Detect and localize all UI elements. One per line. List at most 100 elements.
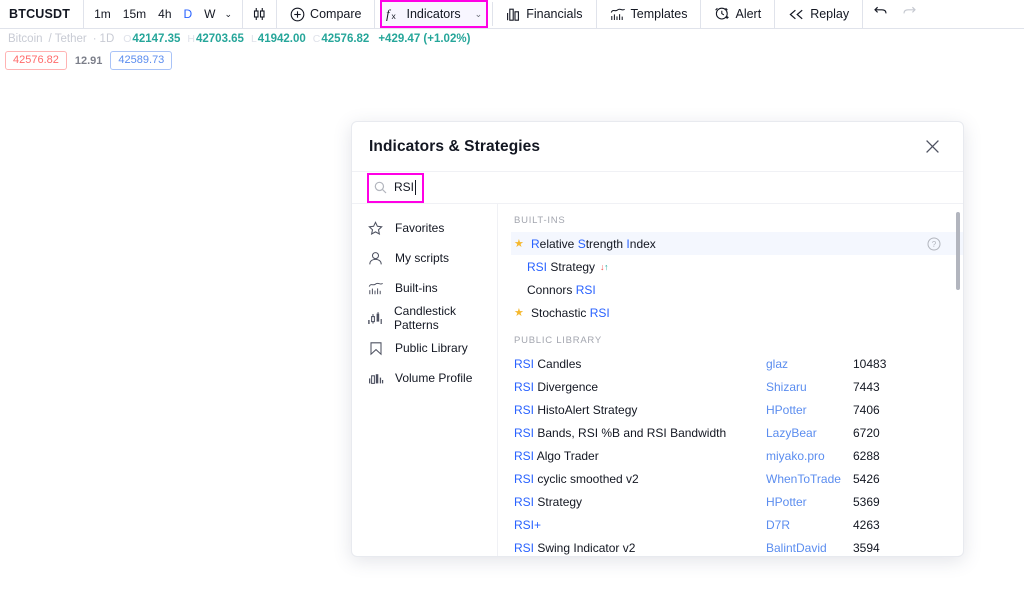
result-row-rsi-swing-indicator-v2[interactable]: RSI Swing Indicator v2 BalintDavid 3594 [498, 536, 963, 556]
replay-label: Replay [810, 7, 850, 21]
result-row-author[interactable]: HPotter [766, 403, 807, 417]
result-row-rsi-divergence[interactable]: RSI Divergence Shizaru 7443 [498, 375, 963, 398]
ohlc-high-label: H [187, 33, 195, 45]
redo-arrow-icon[interactable] [895, 0, 924, 28]
result-row-author[interactable]: LazyBear [766, 426, 817, 440]
volume-profile-icon [367, 371, 384, 386]
result-row-relative-strength-index[interactable]: ★ Relative Strength Index ? [511, 232, 963, 255]
ohlc-open-label: O [123, 33, 132, 45]
result-row-label: RSI Divergence [514, 379, 599, 394]
replay-button[interactable]: Replay [786, 0, 851, 28]
chevron-down-icon[interactable]: ⌄ [475, 9, 483, 20]
timeframe-d[interactable]: D [178, 0, 199, 28]
timeframe-15m[interactable]: 15m [117, 0, 152, 28]
bar-chart-icon [506, 7, 521, 22]
chevron-down-icon[interactable]: ⌄ [222, 0, 239, 28]
result-row-author[interactable]: Shizaru [766, 380, 807, 394]
result-row-author[interactable]: WhenToTrade [766, 472, 841, 486]
dialog-body: Favorites My scripts Built-ins Candlesti… [352, 204, 963, 556]
result-row-count: 7443 [853, 379, 880, 394]
undo-redo-group [863, 0, 927, 28]
result-row-author[interactable]: miyako.pro [766, 449, 825, 463]
spread-value: 12.91 [74, 54, 103, 67]
sidebar-item-volume-profile[interactable]: Volume Profile [352, 363, 497, 393]
financials-button[interactable]: Financials [504, 0, 584, 28]
sidebar-item-label: Built-ins [395, 281, 438, 295]
indicators-button[interactable]: f x Indicators ⌄ [380, 0, 489, 28]
sidebar-item-label: Candlestick Patterns [394, 304, 457, 332]
legend-quote-symbol[interactable]: Tether [55, 33, 87, 45]
star-filled-icon[interactable]: ★ [514, 237, 527, 250]
timeframe-4h[interactable]: 4h [152, 0, 177, 28]
timeframe-1m[interactable]: 1m [88, 0, 117, 28]
result-row-rsi-histoalert-strategy[interactable]: RSI HistoAlert Strategy HPotter 7406 [498, 398, 963, 421]
compare-label: Compare [310, 7, 362, 21]
sidebar-item-candlestick-patterns[interactable]: Candlestick Patterns [352, 303, 497, 333]
sidebar-item-built-ins[interactable]: Built-ins [352, 273, 497, 303]
bookmark-icon [367, 341, 384, 356]
result-row-rsi-plus[interactable]: RSI+ D7R 4263 [498, 513, 963, 536]
legend-base-symbol[interactable]: Bitcoin [8, 33, 43, 45]
replay-group: Replay [775, 0, 864, 28]
result-row-author[interactable]: HPotter [766, 495, 807, 509]
result-row-label: RSI Swing Indicator v2 [514, 540, 636, 555]
result-row-rsi-candles[interactable]: RSI Candles glaz 10483 [498, 352, 963, 375]
result-row-connors-rsi[interactable]: Connors RSI [511, 278, 963, 301]
result-row-rsi-strategy-public[interactable]: RSI Strategy HPotter 5369 [498, 490, 963, 513]
results-scrollbar[interactable] [956, 212, 960, 556]
help-icon[interactable]: ? [927, 237, 941, 251]
result-row-rsi-cyclic-smoothed-v2[interactable]: RSI cyclic smoothed v2 WhenToTrade 5426 [498, 467, 963, 490]
alert-label: Alert [735, 7, 762, 21]
alert-button[interactable]: Alert [712, 0, 763, 28]
close-icon[interactable] [919, 134, 945, 160]
legend-separator: / [48, 33, 52, 45]
result-row-author[interactable]: glaz [766, 357, 788, 371]
result-row-count: 5426 [853, 471, 880, 486]
result-row-label: RSI Bands, RSI %B and RSI Bandwidth [514, 425, 727, 440]
timeframe-group: 1m 15m 4h D W ⌄ [84, 0, 244, 28]
result-row-label: RSI Strategy [527, 259, 596, 274]
result-row-author[interactable]: D7R [766, 518, 790, 532]
result-row-label: RSI Algo Trader [514, 448, 599, 463]
ohlc-open: O 42147.35 [123, 33, 180, 45]
scrollbar-thumb[interactable] [956, 212, 960, 290]
chart-toolbar: BTCUSDT 1m 15m 4h D W ⌄ Compare f x Indi… [0, 0, 1024, 29]
search-icon [374, 181, 387, 194]
symbol-button[interactable]: BTCUSDT [0, 7, 83, 21]
builtins-chart-icon [367, 281, 384, 296]
star-outline-icon [367, 220, 384, 236]
chart-legend: Bitcoin / Tether · 1D O 42147.35 H 42703… [8, 33, 470, 45]
search-row: RSI [352, 172, 963, 204]
sidebar-item-favorites[interactable]: Favorites [352, 213, 497, 243]
result-row-rsi-algo-trader[interactable]: RSI Algo Trader miyako.pro 6288 [498, 444, 963, 467]
timeframe-w[interactable]: W [198, 0, 221, 28]
candlestick-icon[interactable] [252, 6, 267, 22]
legend-interval[interactable]: 1D [100, 33, 115, 45]
undo-arrow-icon[interactable] [866, 0, 895, 28]
bid-ask-badge: 42589.73 [110, 51, 173, 70]
search-input[interactable]: RSI [366, 172, 425, 203]
result-row-rsi-bands[interactable]: RSI Bands, RSI %B and RSI Bandwidth Lazy… [498, 421, 963, 444]
ohlc-close-label: C [312, 33, 321, 45]
financials-group: Financials [493, 0, 597, 28]
last-price-badge: 42576.82 [5, 51, 67, 70]
sidebar-item-public-library[interactable]: Public Library [352, 333, 497, 363]
templates-button[interactable]: Templates [608, 0, 690, 28]
result-row-label: RSI HistoAlert Strategy [514, 402, 638, 417]
result-row-author[interactable]: BalintDavid [766, 541, 827, 555]
indicators-group: f x Indicators ⌄ [375, 0, 494, 28]
sidebar-item-my-scripts[interactable]: My scripts [352, 243, 497, 273]
compare-button[interactable]: Compare [288, 0, 363, 28]
strategy-arrows-icon: ↓↑ [600, 261, 609, 272]
alert-group: Alert [701, 0, 776, 28]
result-row-rsi-strategy[interactable]: RSI Strategy ↓↑ [511, 255, 963, 278]
result-row-count: 10483 [853, 356, 887, 371]
result-row-label: RSI Candles [514, 356, 582, 371]
ohlc-low-value: 41942.00 [257, 33, 306, 45]
result-row-stochastic-rsi[interactable]: ★ Stochastic RSI [511, 301, 963, 324]
result-row-count: 5369 [853, 494, 880, 509]
indicators-dialog: Indicators & Strategies RSI Favorites My… [351, 121, 964, 557]
star-filled-icon[interactable]: ★ [514, 306, 527, 319]
sidebar-item-label: Favorites [395, 221, 445, 235]
result-row-label: RSI Strategy [514, 494, 583, 509]
